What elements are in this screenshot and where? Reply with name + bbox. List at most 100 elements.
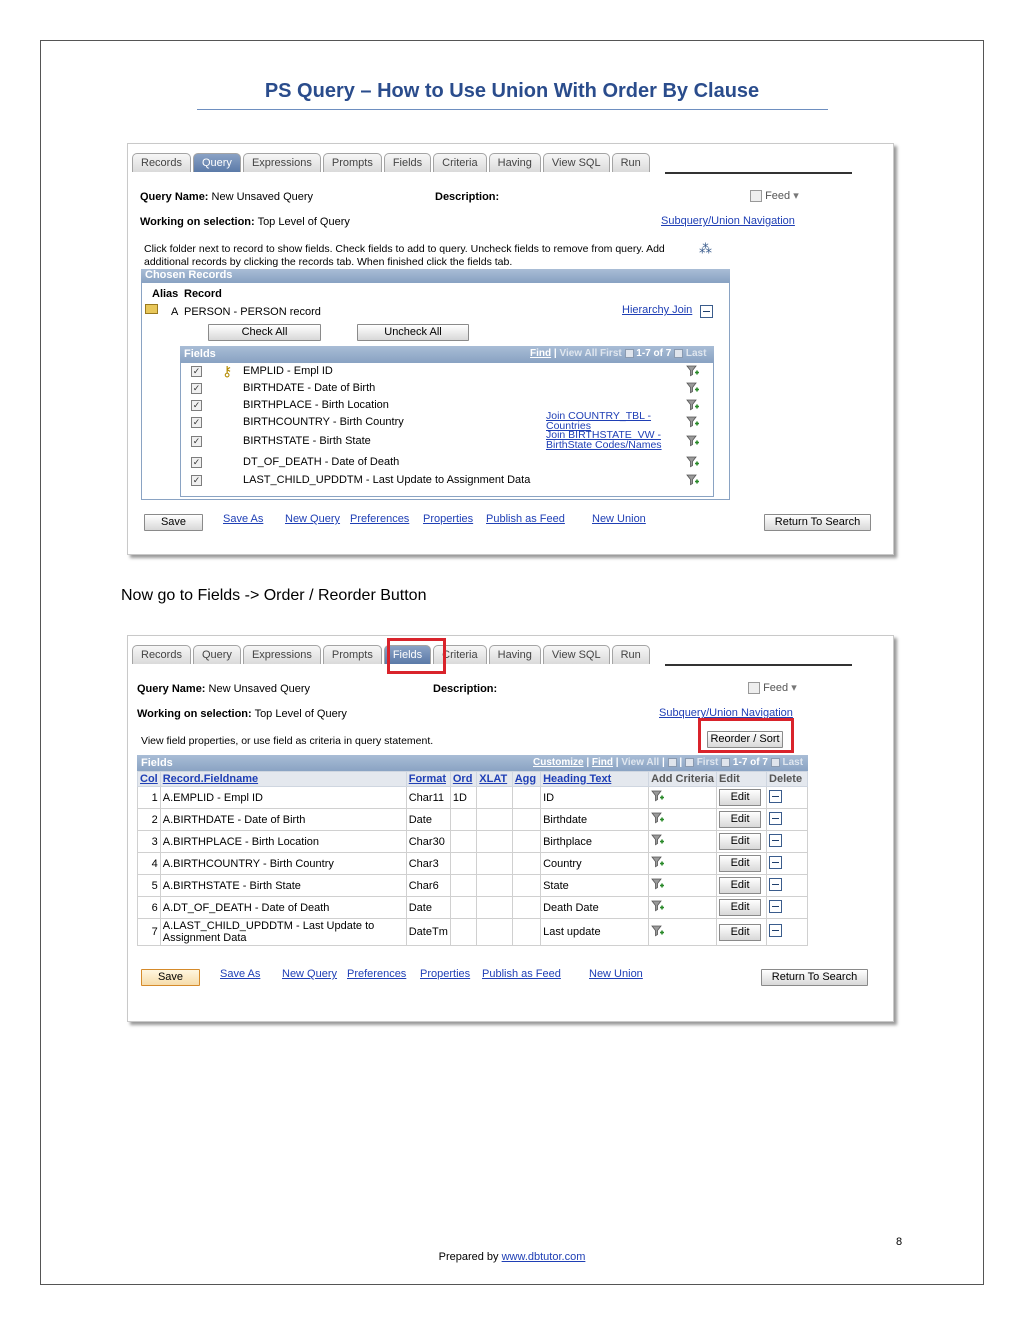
footer-link[interactable]: www.dbtutor.com (502, 1251, 586, 1263)
preferences-link[interactable]: Preferences (347, 968, 406, 980)
edit-button[interactable]: Edit (719, 923, 762, 941)
return-to-search-button[interactable]: Return To Search (761, 969, 868, 986)
feed-dropdown[interactable]: Feed ▾ (748, 681, 797, 695)
column-record-fieldname[interactable]: Record.Fieldname (159, 771, 407, 787)
tab-records[interactable]: Records (132, 153, 191, 172)
tab-having[interactable]: Having (488, 153, 541, 172)
download-grid-icon[interactable] (684, 757, 694, 767)
view-all-link[interactable]: View All (559, 348, 597, 359)
publish-as-feed-link[interactable]: Publish as Feed (482, 968, 561, 980)
add-criteria-icon[interactable] (651, 900, 665, 916)
field-checkbox[interactable]: ✓ (191, 457, 202, 468)
view-all-link[interactable]: View All (621, 757, 659, 768)
delete-icon[interactable] (769, 855, 783, 869)
spellcheck-icon[interactable]: ⁂ (699, 241, 712, 257)
properties-link[interactable]: Properties (420, 968, 470, 980)
new-union-link[interactable]: New Union (592, 513, 646, 525)
column-ord[interactable]: Ord (449, 771, 478, 787)
save-button[interactable]: Save (144, 514, 203, 531)
save-button[interactable]: Save (141, 969, 200, 986)
add-criteria-icon[interactable] (651, 812, 665, 828)
check-all-button[interactable]: Check All (208, 324, 321, 341)
hierarchy-join-link[interactable]: Hierarchy Join (622, 304, 692, 316)
first-link[interactable]: First (600, 348, 622, 359)
tab-view-sql[interactable]: View SQL (542, 645, 610, 664)
edit-button[interactable]: Edit (719, 899, 762, 916)
tab-criteria[interactable]: Criteria (433, 153, 487, 172)
find-link[interactable]: Find (592, 757, 613, 768)
join-link[interactable]: Join COUNTRY_TBL - Countries (546, 411, 676, 432)
delete-icon[interactable] (769, 789, 783, 803)
tab-fields[interactable]: Fields (383, 153, 432, 172)
tab-run[interactable]: Run (611, 645, 650, 664)
preferences-link[interactable]: Preferences (350, 513, 409, 525)
last-link[interactable]: Last (686, 348, 707, 359)
add-criteria-icon[interactable] (651, 790, 665, 806)
next-arrow-icon[interactable] (770, 757, 780, 767)
properties-link[interactable]: Properties (423, 513, 473, 525)
previous-arrow-icon[interactable] (624, 348, 634, 358)
tab-expressions[interactable]: Expressions (242, 153, 321, 172)
add-criteria-icon[interactable] (686, 415, 700, 429)
join-link[interactable]: Join BIRTHSTATE_VW - BirthState Codes/Na… (546, 430, 676, 451)
tab-prompts[interactable]: Prompts (322, 153, 382, 172)
delete-icon[interactable] (769, 924, 783, 937)
add-criteria-icon[interactable] (686, 455, 700, 469)
collapse-icon[interactable] (700, 305, 713, 321)
add-criteria-icon[interactable] (686, 398, 700, 412)
field-checkbox[interactable]: ✓ (191, 475, 202, 486)
field-checkbox[interactable]: ✓ (191, 366, 202, 377)
tab-having[interactable]: Having (488, 645, 541, 664)
find-link[interactable]: Find (530, 348, 551, 359)
zoom-icon[interactable] (667, 757, 677, 767)
customize-link[interactable]: Customize (533, 757, 584, 768)
field-checkbox[interactable]: ✓ (191, 417, 202, 428)
column-heading-text[interactable]: Heading Text (540, 771, 650, 787)
field-checkbox[interactable]: ✓ (191, 400, 202, 411)
folder-icon[interactable] (145, 304, 158, 314)
edit-button[interactable]: Edit (719, 789, 762, 806)
add-criteria-icon[interactable] (651, 856, 665, 872)
feed-dropdown[interactable]: Feed ▾ (750, 189, 799, 203)
edit-button[interactable]: Edit (719, 877, 762, 894)
new-query-link[interactable]: New Query (282, 968, 337, 980)
first-link[interactable]: First (697, 757, 719, 768)
return-to-search-button[interactable]: Return To Search (764, 514, 871, 531)
tab-query[interactable]: Query (192, 153, 241, 172)
tab-expressions[interactable]: Expressions (242, 645, 321, 664)
add-criteria-icon[interactable] (686, 381, 700, 395)
column-xlat[interactable]: XLAT (476, 771, 513, 787)
last-link[interactable]: Last (783, 757, 804, 768)
new-query-link[interactable]: New Query (285, 513, 340, 525)
save-as-link[interactable]: Save As (223, 513, 263, 525)
delete-icon[interactable] (769, 899, 783, 913)
column-col[interactable]: Col (137, 771, 161, 787)
add-criteria-icon[interactable] (651, 925, 665, 941)
publish-as-feed-link[interactable]: Publish as Feed (486, 513, 565, 525)
tab-run[interactable]: Run (611, 153, 650, 172)
edit-button[interactable]: Edit (719, 833, 762, 850)
previous-arrow-icon[interactable] (721, 757, 731, 767)
add-criteria-icon[interactable] (686, 364, 700, 378)
tab-prompts[interactable]: Prompts (322, 645, 382, 664)
column-format[interactable]: Format (405, 771, 451, 787)
add-criteria-icon[interactable] (686, 434, 700, 448)
column-agg[interactable]: Agg (511, 771, 542, 787)
subquery-union-link[interactable]: Subquery/Union Navigation (661, 215, 795, 227)
add-criteria-icon[interactable] (651, 878, 665, 894)
field-checkbox[interactable]: ✓ (191, 436, 202, 447)
field-checkbox[interactable]: ✓ (191, 383, 202, 394)
tab-records[interactable]: Records (132, 645, 191, 664)
tab-query[interactable]: Query (192, 645, 241, 664)
save-as-link[interactable]: Save As (220, 968, 260, 980)
uncheck-all-button[interactable]: Uncheck All (357, 324, 469, 341)
add-criteria-icon[interactable] (686, 473, 700, 487)
tab-view-sql[interactable]: View SQL (542, 153, 610, 172)
new-union-link[interactable]: New Union (589, 968, 643, 980)
add-criteria-icon[interactable] (651, 834, 665, 850)
edit-button[interactable]: Edit (719, 811, 762, 828)
next-arrow-icon[interactable] (674, 348, 684, 358)
edit-button[interactable]: Edit (719, 855, 762, 872)
delete-icon[interactable] (769, 877, 783, 891)
delete-icon[interactable] (769, 833, 783, 847)
